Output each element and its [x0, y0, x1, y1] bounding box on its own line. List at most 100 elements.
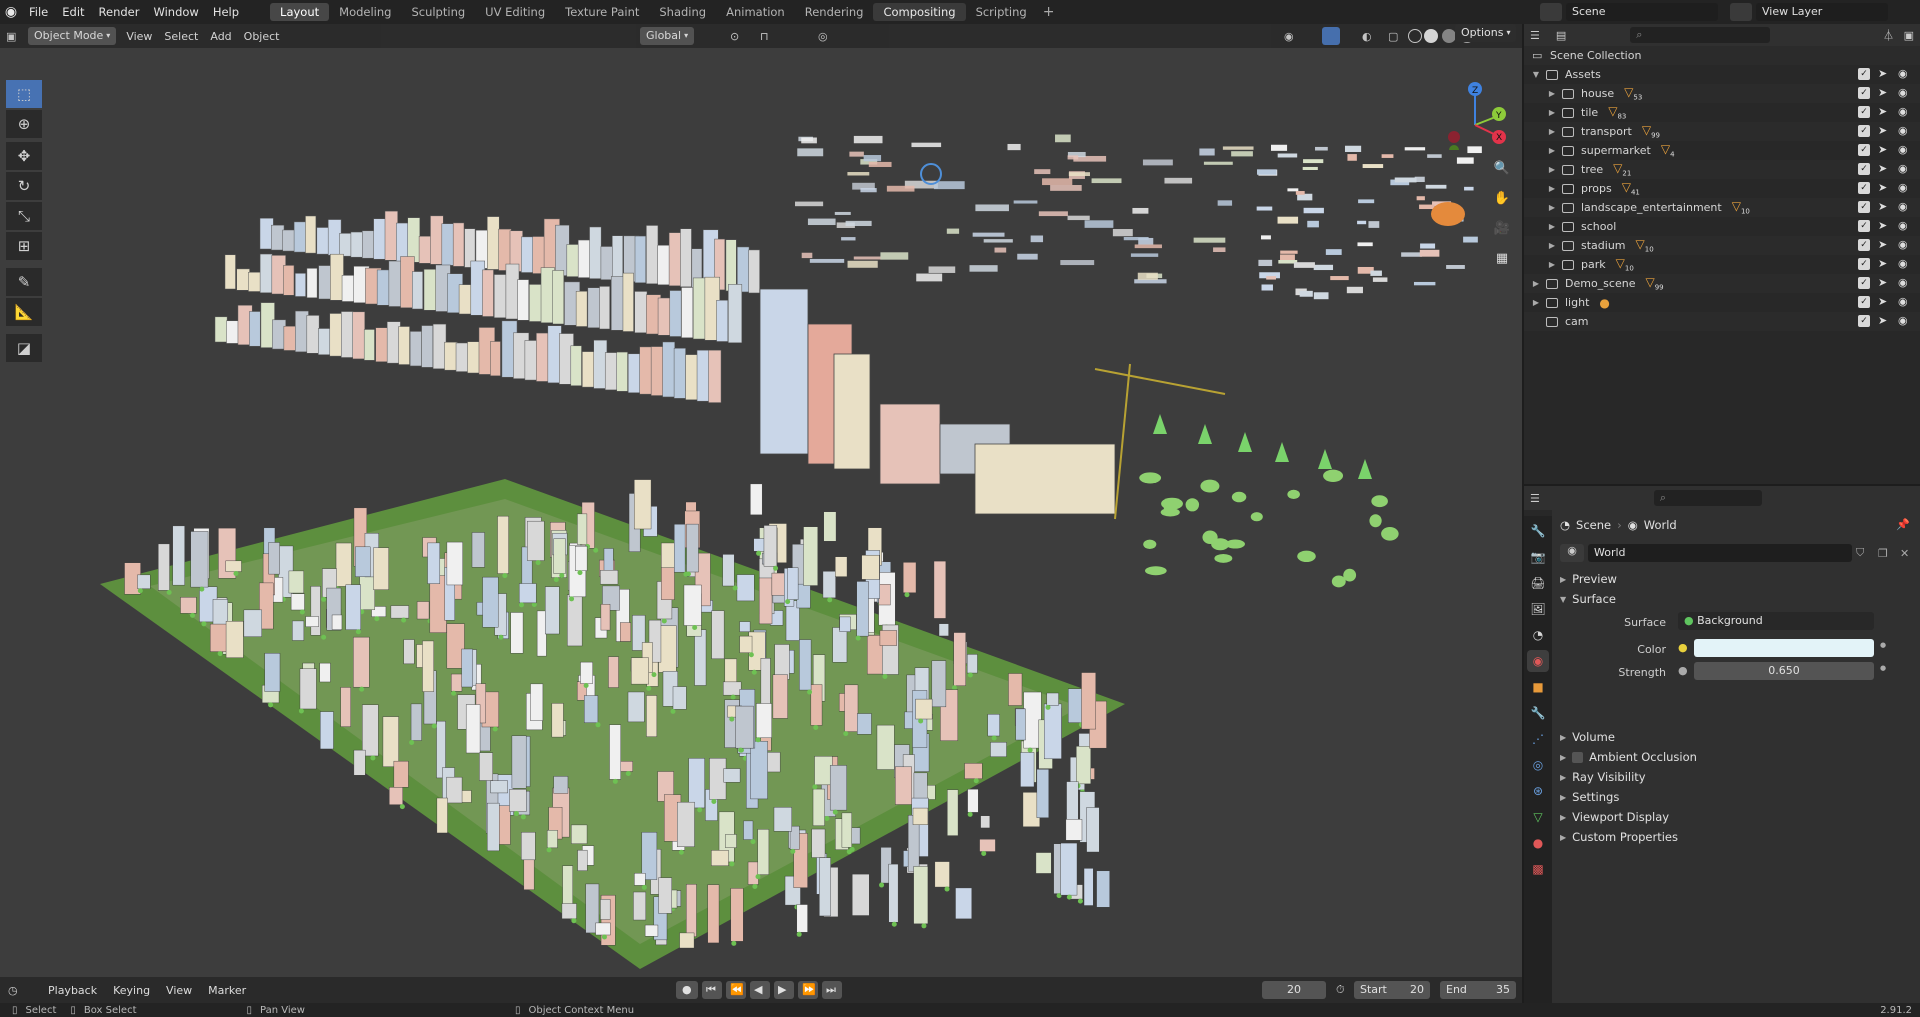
tab-compositing[interactable]: Compositing — [873, 3, 966, 21]
shading-wire-icon[interactable] — [1408, 29, 1422, 43]
gizmo-toggle-icon[interactable] — [1322, 27, 1340, 45]
outliner-row-light[interactable]: ▶ light ● ✓ ➤ ◉ — [1524, 293, 1920, 312]
shading-solid-icon[interactable] — [1424, 29, 1438, 43]
visibility-eye-icon[interactable]: ◉ — [1898, 86, 1908, 99]
selectable-arrow-icon[interactable]: ➤ — [1878, 124, 1887, 137]
exclude-checkbox[interactable]: ✓ — [1858, 239, 1870, 251]
visibility-eye-icon[interactable]: ◉ — [1898, 295, 1908, 308]
outliner-row-supermarket[interactable]: ▶ supermarket ▽4 ✓ ➤ ◉ — [1524, 141, 1920, 160]
measure-tool-icon[interactable]: 📐 — [6, 298, 42, 326]
overlay-toggle-icon[interactable]: ◐ — [1362, 30, 1372, 43]
render-tab-icon[interactable]: 📷 — [1527, 546, 1549, 568]
add-workspace-icon[interactable]: + — [1043, 4, 1055, 20]
visibility-eye-icon[interactable]: ◉ — [1898, 67, 1908, 80]
snap-icon[interactable]: ⊓ — [760, 30, 769, 43]
pin-icon[interactable]: 📌 — [1896, 518, 1910, 531]
expand-arrow-icon[interactable]: ▶ — [1546, 241, 1558, 250]
expand-arrow-icon[interactable]: ▼ — [1530, 70, 1542, 79]
zoom-icon[interactable]: 🔍 — [1490, 156, 1514, 180]
stopwatch-icon[interactable]: ⏱ — [1336, 983, 1345, 997]
constraints-tab-icon[interactable]: ⊛ — [1527, 780, 1549, 802]
expand-arrow-icon[interactable]: ▶ — [1546, 203, 1558, 212]
display-mode-icon[interactable]: ▤ — [1556, 29, 1566, 42]
timeline-editor-icon[interactable]: ◷ — [8, 984, 28, 997]
timeline-menu-playback[interactable]: Playback — [40, 984, 105, 997]
outliner-row-stadium[interactable]: ▶ stadium ▽10 ✓ ➤ ◉ — [1524, 236, 1920, 255]
color-swatch[interactable] — [1694, 639, 1874, 657]
visibility-eye-icon[interactable]: ◉ — [1898, 219, 1908, 232]
timeline-menu-view[interactable]: View — [158, 984, 200, 997]
scene-tab-icon[interactable]: ◔ — [1527, 624, 1549, 646]
modifier-tab-icon[interactable]: 🔧 — [1527, 702, 1549, 724]
outliner-row-tree[interactable]: ▶ tree ▽21 ✓ ➤ ◉ — [1524, 160, 1920, 179]
menu-render[interactable]: Render — [92, 5, 147, 19]
annotate-tool-icon[interactable]: ✎ — [6, 268, 42, 296]
record-icon[interactable]: ● — [676, 981, 698, 999]
3d-viewport[interactable]: ▣ Object Mode ▾ View Select Add Object Globa… — [0, 24, 1522, 977]
expand-arrow-icon[interactable]: ▶ — [1546, 222, 1558, 231]
visibility-eye-icon[interactable]: ◉ — [1898, 314, 1908, 327]
selectable-arrow-icon[interactable]: ➤ — [1878, 276, 1887, 289]
menu-file[interactable]: File — [22, 5, 55, 19]
tool-tab-icon[interactable]: 🔧 — [1527, 520, 1549, 542]
ao-checkbox[interactable] — [1572, 751, 1584, 763]
tab-texture-paint[interactable]: Texture Paint — [555, 3, 649, 21]
fake-user-icon[interactable]: ⛉ — [1856, 546, 1874, 560]
tab-sculpting[interactable]: Sculpting — [401, 3, 475, 21]
new-collection-icon[interactable]: ▣ — [1904, 29, 1914, 42]
exclude-checkbox[interactable]: ✓ — [1858, 220, 1870, 232]
outliner-row-assets[interactable]: ▼ Assets ✓ ➤ ◉ — [1524, 65, 1920, 84]
strength-field[interactable]: 0.650 — [1694, 662, 1874, 680]
viewport-menu-view[interactable]: View — [120, 30, 158, 43]
selectable-arrow-icon[interactable]: ➤ — [1878, 143, 1887, 156]
section-surface[interactable]: ▼ Surface — [1560, 592, 1616, 606]
perspective-grid-icon[interactable]: ▦ — [1490, 246, 1514, 270]
outliner-row-tile[interactable]: ▶ tile ▽83 ✓ ➤ ◉ — [1524, 103, 1920, 122]
end-frame-field[interactable]: End 35 — [1440, 981, 1516, 999]
tab-shading[interactable]: Shading — [649, 3, 716, 21]
start-frame-field[interactable]: Start 20 — [1354, 981, 1430, 999]
blender-logo-icon[interactable]: ◉ — [0, 0, 22, 24]
proportional-edit-icon[interactable]: ◎ — [818, 30, 828, 43]
exclude-checkbox[interactable]: ✓ — [1858, 87, 1870, 99]
filter-icon[interactable]: ⏃ — [1883, 27, 1894, 43]
texture-tab-icon[interactable]: ▩ — [1527, 858, 1549, 880]
properties-editor-icon[interactable]: ☰ — [1530, 492, 1540, 505]
transform-tool-icon[interactable]: ⊞ — [6, 232, 42, 260]
visibility-eye-icon[interactable]: ◉ — [1898, 200, 1908, 213]
expand-arrow-icon[interactable]: ▶ — [1546, 146, 1558, 155]
expand-arrow-icon[interactable]: ▶ — [1530, 279, 1542, 288]
section-custom-properties[interactable]: ▶ Custom Properties — [1560, 830, 1678, 844]
outliner-row-park[interactable]: ▶ park ▽10 ✓ ➤ ◉ — [1524, 255, 1920, 274]
tab-modeling[interactable]: Modeling — [329, 3, 401, 21]
selectable-arrow-icon[interactable]: ➤ — [1878, 162, 1887, 175]
section-volume[interactable]: ▶ Volume — [1560, 730, 1615, 744]
options-dropdown[interactable]: Options ▾ — [1455, 24, 1517, 42]
expand-arrow-icon[interactable]: ▶ — [1546, 127, 1558, 136]
xray-icon[interactable]: ▢ — [1388, 30, 1398, 43]
view-layer-tab-icon[interactable]: 🖼 — [1527, 598, 1549, 620]
section-settings[interactable]: ▶ Settings — [1560, 790, 1619, 804]
viewport-menu-select[interactable]: Select — [158, 30, 204, 43]
visibility-eye-icon[interactable]: ◉ — [1898, 162, 1908, 175]
surface-shader-field[interactable]: ● Background — [1678, 612, 1874, 630]
menu-edit[interactable]: Edit — [55, 5, 91, 19]
exclude-checkbox[interactable]: ✓ — [1858, 125, 1870, 137]
object-tab-icon[interactable]: ■ — [1527, 676, 1549, 698]
particles-tab-icon[interactable]: ⋰ — [1527, 728, 1549, 750]
visibility-eye-icon[interactable]: ◉ — [1898, 124, 1908, 137]
cursor-tool-icon[interactable]: ⊕ — [6, 110, 42, 138]
pan-hand-icon[interactable]: ✋ — [1490, 186, 1514, 210]
outliner-row-house[interactable]: ▶ house ▽53 ✓ ➤ ◉ — [1524, 84, 1920, 103]
outliner-search-input[interactable]: ⌕ — [1630, 27, 1771, 43]
scene-browse-icon[interactable] — [1540, 3, 1562, 21]
scene-field[interactable]: Scene — [1566, 3, 1718, 21]
viewport-menu-add[interactable]: Add — [204, 30, 237, 43]
section-ambient-occlusion[interactable]: ▶ Ambient Occlusion — [1560, 750, 1697, 764]
view-layer-browse-icon[interactable] — [1730, 3, 1752, 21]
material-tab-icon[interactable]: ● — [1527, 832, 1549, 854]
selectable-arrow-icon[interactable]: ➤ — [1878, 181, 1887, 194]
exclude-checkbox[interactable]: ✓ — [1858, 182, 1870, 194]
menu-window[interactable]: Window — [146, 5, 205, 19]
expand-arrow-icon[interactable]: ▶ — [1546, 89, 1558, 98]
